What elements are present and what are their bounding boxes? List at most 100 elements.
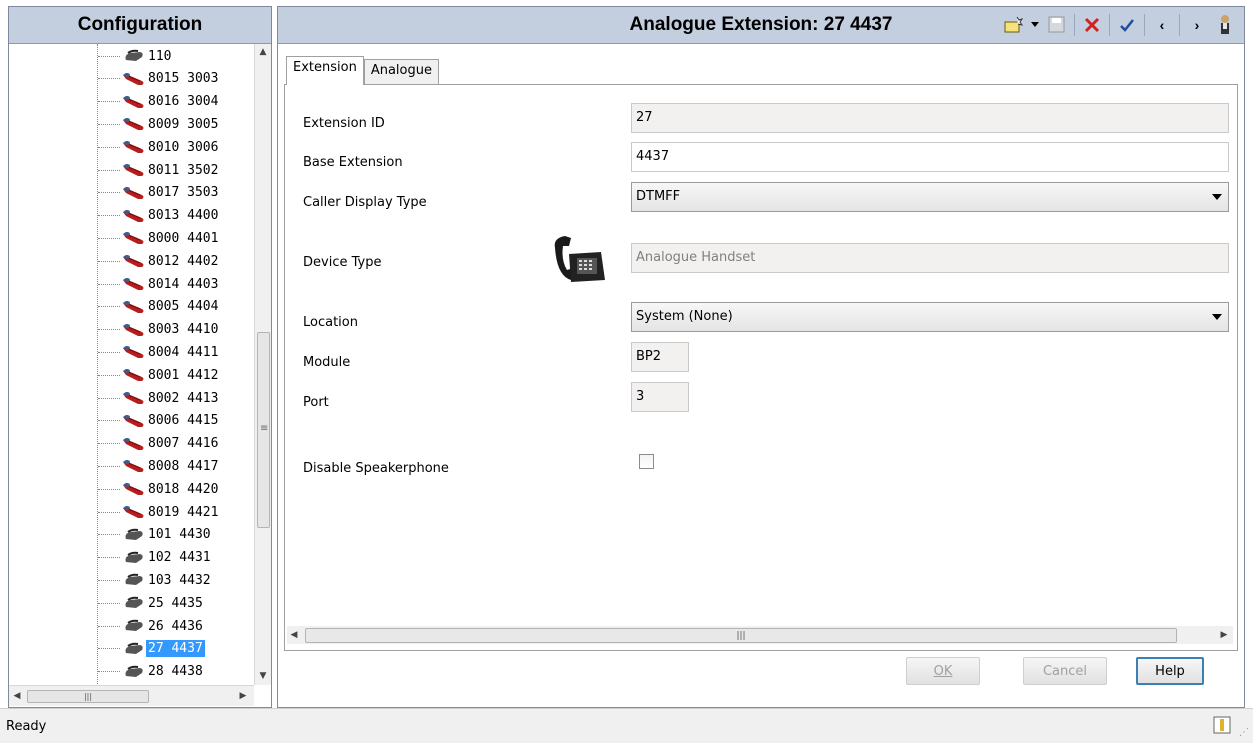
tree-item[interactable]: 8017 3503 — [9, 183, 220, 203]
tree-horizontal-scrollbar[interactable]: ◀ ||| ▶ — [9, 685, 254, 706]
tree-item[interactable]: 8002 4413 — [9, 388, 220, 408]
tree-item-label: 102 4431 — [148, 550, 211, 566]
tree-item[interactable]: 8012 4402 — [9, 251, 220, 271]
tree-item[interactable]: 8010 3006 — [9, 137, 220, 157]
user-icon[interactable] — [1214, 14, 1236, 36]
tree-item[interactable]: 8005 4404 — [9, 297, 220, 317]
cancel-button[interactable]: Cancel — [1023, 657, 1107, 685]
tree-connector — [98, 351, 120, 353]
tree-connector — [98, 534, 120, 536]
gray-phone-icon — [122, 528, 146, 542]
tree-item[interactable]: 8016 3004 — [9, 92, 220, 112]
tree-item[interactable]: 110 — [9, 46, 173, 66]
red-phone-icon — [122, 459, 146, 473]
tree-item[interactable]: 8006 4415 — [9, 411, 220, 431]
tree-item[interactable]: 8000 4401 — [9, 228, 220, 248]
tree-item[interactable]: 8008 4417 — [9, 456, 220, 476]
chevron-down-icon — [1212, 314, 1222, 320]
tree-vertical-scrollbar[interactable]: ▲ ≡ ▼ — [254, 44, 271, 685]
scroll-left-icon[interactable]: ◀ — [287, 627, 301, 643]
tree-item-label: 8013 4400 — [148, 208, 219, 224]
tree-item[interactable]: 28 4438 — [9, 662, 205, 682]
tree-item-label: 8012 4402 — [148, 253, 219, 269]
scroll-right-icon[interactable]: ▶ — [1217, 627, 1231, 643]
tree-item-label: 27 4437 — [146, 640, 205, 658]
gray-phone-icon — [122, 596, 146, 610]
hscroll-thumb[interactable]: ||| — [305, 628, 1177, 643]
new-icon[interactable] — [1002, 14, 1024, 36]
extension-id-field[interactable]: 27 — [631, 103, 1229, 133]
tree-item-label: 8003 4410 — [148, 322, 219, 338]
red-phone-icon — [122, 437, 146, 451]
base-extension-field[interactable]: 4437 — [631, 142, 1229, 172]
extension-panel: Analogue Extension: 27 4437 ‹ › Extensio… — [277, 6, 1245, 708]
tree-connector — [98, 329, 120, 331]
toolbar: ‹ › — [1002, 11, 1236, 39]
validate-icon[interactable] — [1116, 14, 1138, 36]
tree-item[interactable]: 8019 4421 — [9, 502, 220, 522]
toolbar-separator — [1074, 14, 1075, 36]
help-button[interactable]: Help — [1136, 657, 1204, 685]
tree-item-label: 26 4436 — [148, 618, 203, 634]
tree-item[interactable]: 8009 3005 — [9, 114, 220, 134]
scroll-right-icon[interactable]: ▶ — [235, 688, 251, 704]
tree-item[interactable]: 8015 3003 — [9, 69, 220, 89]
ok-button[interactable]: OK — [906, 657, 980, 685]
hscroll-thumb[interactable]: ||| — [27, 690, 149, 703]
tree-item[interactable]: 8007 4416 — [9, 434, 220, 454]
delete-icon[interactable] — [1081, 14, 1103, 36]
gray-phone-icon — [122, 642, 146, 656]
gray-phone-icon — [122, 619, 146, 633]
caller-display-type-select[interactable]: DTMFF — [631, 182, 1229, 212]
scroll-up-icon[interactable]: ▲ — [255, 44, 271, 60]
tree-item[interactable]: 103 4432 — [9, 570, 213, 590]
tree-item[interactable]: 8003 4410 — [9, 320, 220, 340]
tree-item-label: 8006 4415 — [148, 413, 219, 429]
tree-connector — [98, 237, 120, 239]
module-field[interactable]: BP2 — [631, 342, 689, 372]
tree-connector — [98, 101, 120, 103]
tree-item-label: 8004 4411 — [148, 344, 219, 360]
tree-connector — [98, 671, 120, 673]
disable-speakerphone-checkbox[interactable] — [639, 454, 654, 469]
tree-connector — [98, 465, 120, 467]
tree-item[interactable]: 8011 3502 — [9, 160, 220, 180]
scroll-left-icon[interactable]: ◀ — [9, 688, 25, 704]
tree-item-label: 101 4430 — [148, 527, 211, 543]
tree-connector — [98, 420, 120, 422]
tab-analogue[interactable]: Analogue — [363, 59, 439, 85]
location-select[interactable]: System (None) — [631, 302, 1229, 332]
tree-item-label: 103 4432 — [148, 572, 211, 588]
dropdown-arrow-icon[interactable] — [1030, 14, 1040, 36]
tree-item[interactable]: 26 4436 — [9, 616, 205, 636]
tree-connector — [98, 78, 120, 80]
tree-item[interactable]: 8001 4412 — [9, 365, 220, 385]
tab-strip: Extension Analogue — [286, 56, 439, 85]
status-text: Ready — [6, 719, 47, 734]
grip-icon: ≡ — [260, 423, 269, 434]
tree-connector — [98, 648, 120, 650]
previous-icon[interactable]: ‹ — [1151, 14, 1173, 36]
scroll-down-icon[interactable]: ▼ — [255, 668, 271, 684]
tree-item[interactable]: 101 4430 — [9, 525, 213, 545]
tree-item[interactable]: 8014 4403 — [9, 274, 220, 294]
next-icon[interactable]: › — [1186, 14, 1208, 36]
tree-connector — [98, 283, 120, 285]
tree-item[interactable]: 8018 4420 — [9, 479, 220, 499]
resize-grip-icon[interactable]: ⋰ — [1239, 727, 1249, 738]
device-type-field[interactable]: Analogue Handset — [631, 243, 1229, 273]
tree-item[interactable]: 27 4437 — [9, 639, 205, 659]
toolbar-separator — [1179, 14, 1180, 36]
scroll-thumb[interactable]: ≡ — [257, 332, 270, 528]
tree-item[interactable]: 25 4435 — [9, 593, 205, 613]
caller-display-type-value: DTMFF — [636, 189, 681, 204]
tree-item[interactable]: 8004 4411 — [9, 342, 220, 362]
status-bar: Ready ⋰ — [0, 708, 1253, 743]
tree-connector — [98, 579, 120, 581]
tree-item[interactable]: 102 4431 — [9, 548, 213, 568]
tab-extension[interactable]: Extension — [286, 56, 364, 85]
port-field[interactable]: 3 — [631, 382, 689, 412]
red-phone-icon — [122, 414, 146, 428]
tree-item[interactable]: 8013 4400 — [9, 206, 220, 226]
form-horizontal-scrollbar[interactable]: ◀ ||| ▶ — [287, 626, 1233, 644]
